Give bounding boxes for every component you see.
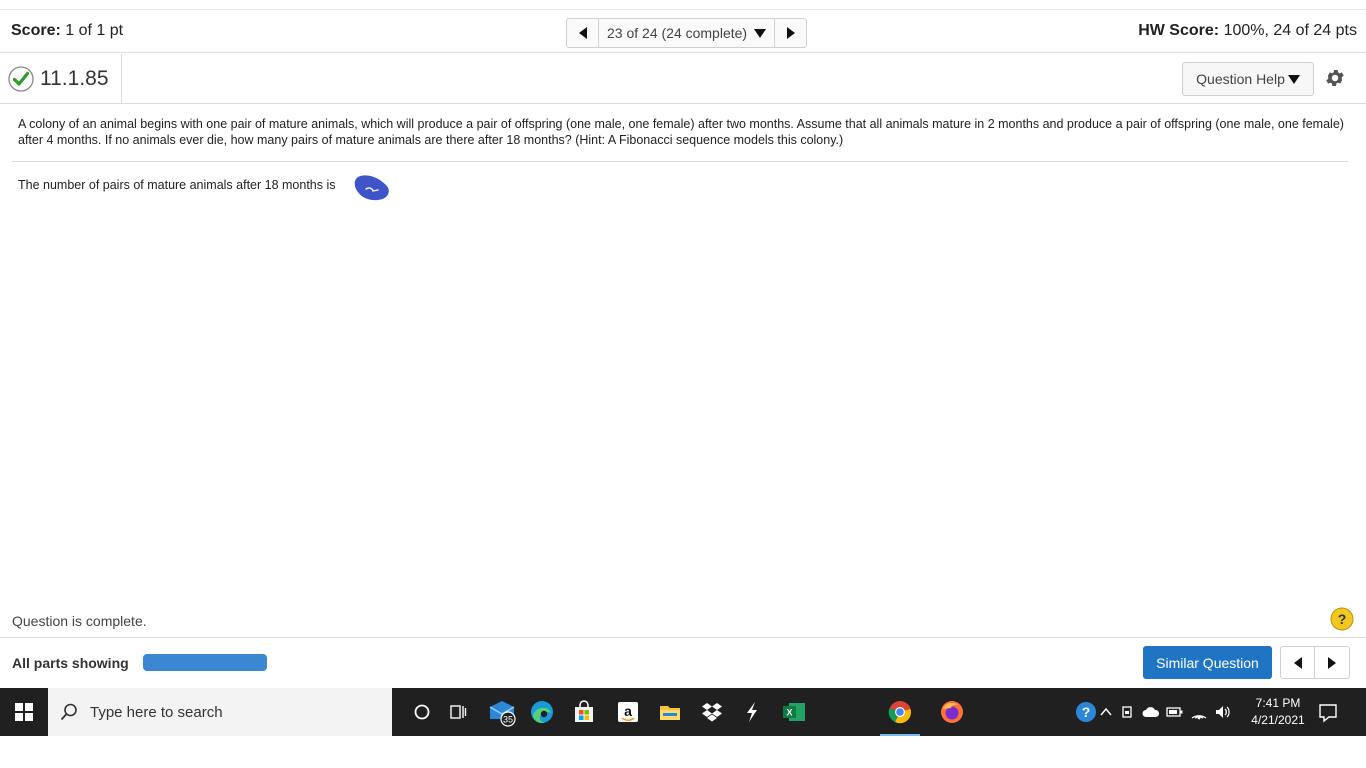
answer-scribble-icon[interactable] (352, 173, 392, 203)
meet-now-icon[interactable] (1118, 696, 1138, 728)
question-header: 11.1.85 Question Help (0, 54, 1366, 104)
question-help-label: Question Help (1196, 71, 1285, 87)
footer-bar: All parts showing Similar Question (0, 637, 1366, 687)
similar-question-label: Similar Question (1156, 654, 1259, 671)
store-icon[interactable] (568, 696, 600, 728)
start-button[interactable] (0, 688, 48, 736)
hw-score: HW Score: 100%, 24 of 24 pts (1138, 22, 1357, 40)
windows-logo-icon (15, 703, 33, 721)
chrome-icon[interactable] (880, 688, 920, 736)
next-part-button[interactable] (1315, 647, 1349, 678)
clock-time: 7:41 PM (1255, 696, 1301, 710)
firefox-icon[interactable] (936, 696, 968, 728)
wifi-icon[interactable] (1188, 696, 1210, 728)
edge-browser-icon[interactable] (526, 696, 558, 728)
question-text: A colony of an animal begins with one pa… (18, 117, 1344, 147)
amazon-icon[interactable]: a (612, 696, 644, 728)
hw-score-value: 100%, 24 of 24 pts (1223, 22, 1357, 39)
question-score: Score: 1 of 1 pt (11, 22, 123, 40)
taskbar-search-box[interactable]: Type here to search (48, 688, 392, 736)
cortana-icon[interactable] (406, 696, 438, 728)
clock-date: 4/21/2021 (1251, 713, 1305, 727)
question-position: 23 of 24 (24 complete) (607, 25, 748, 41)
battery-icon[interactable] (1164, 696, 1186, 728)
onedrive-icon[interactable] (1140, 696, 1162, 728)
arrow-right-icon (786, 27, 795, 39)
question-select-dropdown[interactable]: 23 of 24 (24 complete) (599, 19, 774, 47)
notification-icon[interactable] (1314, 698, 1342, 726)
volume-icon[interactable] (1212, 696, 1234, 728)
svg-text:a: a (624, 703, 632, 719)
arrow-left-icon (578, 27, 587, 39)
chevron-up-icon[interactable] (1096, 696, 1116, 728)
file-explorer-icon[interactable] (654, 696, 686, 728)
previous-part-button[interactable] (1281, 647, 1315, 678)
svg-text:?: ? (1338, 611, 1347, 627)
caret-down-icon (754, 28, 767, 38)
score-label: Score: (11, 22, 61, 39)
active-indicator (880, 734, 920, 736)
svg-text:?: ? (1082, 704, 1091, 720)
parts-progress-bar (143, 654, 267, 671)
search-icon (60, 703, 77, 721)
parts-showing-label: All parts showing (12, 655, 129, 671)
dropbox-icon[interactable] (696, 696, 728, 728)
next-question-button[interactable] (774, 19, 806, 47)
svg-text:X: X (786, 708, 792, 718)
similar-question-button[interactable]: Similar Question (1143, 646, 1272, 679)
mail-icon[interactable]: 35 (486, 696, 518, 728)
windows-taskbar: Type here to search 35 a X ? 7:41 PM 4/2… (0, 688, 1366, 736)
answer-prompt: The number of pairs of mature animals af… (18, 178, 336, 192)
bolt-app-icon[interactable] (736, 696, 768, 728)
divider (12, 161, 1348, 162)
question-help-button[interactable]: Question Help (1182, 62, 1314, 96)
check-circle-icon (8, 65, 34, 92)
task-view-icon[interactable] (442, 696, 474, 728)
search-placeholder: Type here to search (90, 703, 223, 721)
part-navigator (1280, 646, 1350, 679)
top-bar: Score: 1 of 1 pt 23 of 24 (24 complete) … (0, 9, 1366, 53)
answer-line: The number of pairs of mature animals af… (18, 178, 336, 192)
hw-score-label: HW Score: (1138, 22, 1220, 39)
help-icon[interactable]: ? (1330, 607, 1354, 631)
excel-icon[interactable]: X (778, 696, 810, 728)
taskbar-clock[interactable]: 7:41 PM 4/21/2021 (1248, 695, 1308, 729)
question-id-box: 11.1.85 (0, 54, 122, 103)
score-value: 1 of 1 pt (65, 22, 124, 39)
question-id: 11.1.85 (40, 66, 109, 90)
gear-icon[interactable] (1324, 67, 1346, 89)
caret-down-icon (1287, 74, 1300, 84)
mail-badge-count: 35 (503, 715, 513, 725)
previous-question-button[interactable] (567, 19, 599, 47)
arrow-left-icon (1293, 656, 1302, 669)
question-navigator: 23 of 24 (24 complete) (566, 18, 808, 48)
question-status: Question is complete. (12, 613, 147, 629)
arrow-right-icon (1328, 656, 1336, 669)
